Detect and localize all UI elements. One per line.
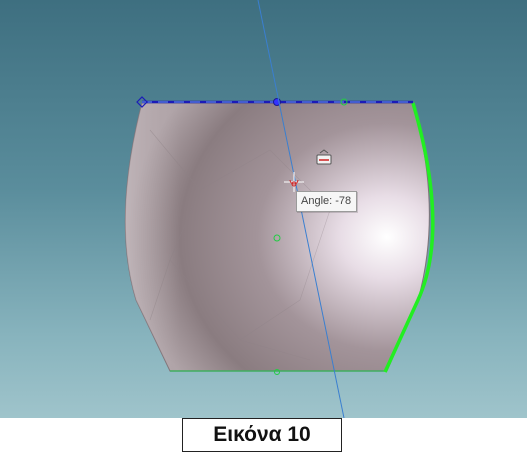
angle-tooltip: Angle: -78: [296, 191, 358, 212]
cad-viewport[interactable]: Angle: -78: [0, 0, 527, 418]
part-body[interactable]: [124, 102, 430, 372]
model-canvas[interactable]: [0, 0, 527, 418]
figure-caption: Εικόνα 10: [182, 418, 342, 452]
